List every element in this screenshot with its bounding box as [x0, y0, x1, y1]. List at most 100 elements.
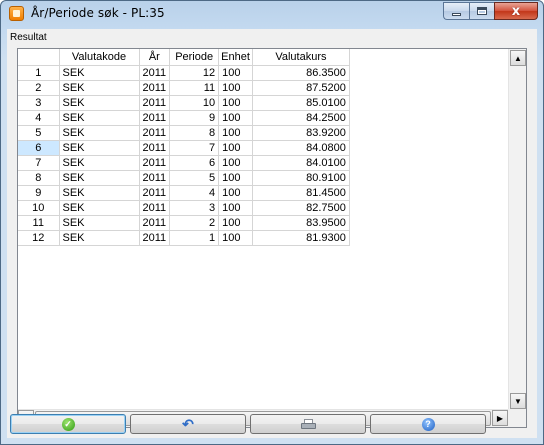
cell-enhet[interactable]: 100 [218, 170, 253, 186]
cell-valutakurs[interactable]: 83.9500 [252, 215, 350, 231]
cell-valutakurs[interactable]: 82.7500 [252, 200, 350, 216]
row-number[interactable]: 4 [18, 110, 60, 126]
cell-valutakode[interactable]: SEK [59, 215, 140, 231]
cell-ar[interactable]: 2011 [139, 170, 171, 186]
table-row[interactable]: 1 SEK 2011 12 100 86.3500 [18, 65, 350, 81]
cell-periode[interactable]: 7 [169, 140, 220, 156]
close-button[interactable]: x [494, 2, 538, 20]
cell-valutakurs[interactable]: 87.5200 [252, 80, 350, 96]
cell-valutakurs[interactable]: 84.2500 [252, 110, 350, 126]
cell-periode[interactable]: 12 [169, 65, 220, 81]
cell-enhet[interactable]: 100 [218, 155, 253, 171]
cell-valutakode[interactable]: SEK [59, 125, 140, 141]
row-number[interactable]: 6 [18, 140, 60, 156]
cell-valutakode[interactable]: SEK [59, 65, 140, 81]
cell-ar[interactable]: 2011 [139, 125, 171, 141]
column-header-enhet[interactable]: Enhet [218, 49, 253, 66]
row-number[interactable]: 12 [18, 230, 60, 246]
cell-ar[interactable]: 2011 [139, 65, 171, 81]
table-row[interactable]: 6 SEK 2011 7 100 84.0800 [18, 140, 350, 156]
cell-ar[interactable]: 2011 [139, 155, 171, 171]
cell-valutakurs[interactable]: 85.0100 [252, 95, 350, 111]
cell-periode[interactable]: 5 [169, 170, 220, 186]
cell-ar[interactable]: 2011 [139, 200, 171, 216]
cell-ar[interactable]: 2011 [139, 230, 171, 246]
column-header-ar[interactable]: År [139, 49, 171, 66]
cell-valutakode[interactable]: SEK [59, 140, 140, 156]
title-bar[interactable]: År/Periode søk - PL:35 x [1, 1, 543, 27]
cell-valutakode[interactable]: SEK [59, 185, 140, 201]
vertical-scrollbar[interactable]: ▲ ▼ [508, 49, 526, 410]
cell-periode[interactable]: 9 [169, 110, 220, 126]
column-header-valutakurs[interactable]: Valutakurs [252, 49, 350, 66]
column-header-rownum[interactable] [18, 49, 60, 66]
cell-enhet[interactable]: 100 [218, 215, 253, 231]
cell-valutakode[interactable]: SEK [59, 95, 140, 111]
table-row[interactable]: 5 SEK 2011 8 100 83.9200 [18, 125, 350, 141]
row-number[interactable]: 1 [18, 65, 60, 81]
cell-valutakurs[interactable]: 86.3500 [252, 65, 350, 81]
cell-valutakurs[interactable]: 81.4500 [252, 185, 350, 201]
cell-enhet[interactable]: 100 [218, 125, 253, 141]
cell-valutakode[interactable]: SEK [59, 170, 140, 186]
cell-periode[interactable]: 1 [169, 230, 220, 246]
cell-ar[interactable]: 2011 [139, 95, 171, 111]
cell-valutakurs[interactable]: 84.0100 [252, 155, 350, 171]
cell-enhet[interactable]: 100 [218, 185, 253, 201]
results-grid[interactable]: Valutakode År Periode Enhet Valutakurs 1… [17, 48, 527, 428]
cell-valutakode[interactable]: SEK [59, 230, 140, 246]
print-button[interactable] [250, 414, 366, 434]
cell-valutakode[interactable]: SEK [59, 155, 140, 171]
row-number[interactable]: 5 [18, 125, 60, 141]
cell-valutakode[interactable]: SEK [59, 110, 140, 126]
cell-periode[interactable]: 10 [169, 95, 220, 111]
table-row[interactable]: 12 SEK 2011 1 100 81.9300 [18, 230, 350, 246]
row-number[interactable]: 2 [18, 80, 60, 96]
cell-valutakurs[interactable]: 83.9200 [252, 125, 350, 141]
help-button[interactable]: ? [370, 414, 486, 434]
cell-periode[interactable]: 3 [169, 200, 220, 216]
cell-enhet[interactable]: 100 [218, 140, 253, 156]
cell-valutakurs[interactable]: 80.9100 [252, 170, 350, 186]
table-row[interactable]: 10 SEK 2011 3 100 82.7500 [18, 200, 350, 216]
cell-periode[interactable]: 8 [169, 125, 220, 141]
cell-enhet[interactable]: 100 [218, 230, 253, 246]
cell-ar[interactable]: 2011 [139, 215, 171, 231]
cell-valutakurs[interactable]: 81.9300 [252, 230, 350, 246]
row-number[interactable]: 9 [18, 185, 60, 201]
cell-enhet[interactable]: 100 [218, 65, 253, 81]
cell-ar[interactable]: 2011 [139, 140, 171, 156]
table-row[interactable]: 2 SEK 2011 11 100 87.5200 [18, 80, 350, 96]
table-row[interactable]: 3 SEK 2011 10 100 85.0100 [18, 95, 350, 111]
ok-button[interactable]: ✓ [10, 414, 126, 434]
table-row[interactable]: 11 SEK 2011 2 100 83.9500 [18, 215, 350, 231]
cell-periode[interactable]: 11 [169, 80, 220, 96]
cell-valutakode[interactable]: SEK [59, 80, 140, 96]
cell-valutakode[interactable]: SEK [59, 200, 140, 216]
cell-enhet[interactable]: 100 [218, 95, 253, 111]
row-number[interactable]: 11 [18, 215, 60, 231]
cell-valutakurs[interactable]: 84.0800 [252, 140, 350, 156]
maximize-button[interactable] [469, 2, 494, 20]
table-row[interactable]: 4 SEK 2011 9 100 84.2500 [18, 110, 350, 126]
cell-ar[interactable]: 2011 [139, 185, 171, 201]
column-header-periode[interactable]: Periode [169, 49, 220, 66]
cell-ar[interactable]: 2011 [139, 80, 171, 96]
cell-enhet[interactable]: 100 [218, 110, 253, 126]
table-row[interactable]: 7 SEK 2011 6 100 84.0100 [18, 155, 350, 171]
cell-periode[interactable]: 4 [169, 185, 220, 201]
table-row[interactable]: 9 SEK 2011 4 100 81.4500 [18, 185, 350, 201]
cell-periode[interactable]: 6 [169, 155, 220, 171]
row-number[interactable]: 3 [18, 95, 60, 111]
cell-enhet[interactable]: 100 [218, 80, 253, 96]
undo-button[interactable]: ↶ [130, 414, 246, 434]
row-number[interactable]: 7 [18, 155, 60, 171]
cell-enhet[interactable]: 100 [218, 200, 253, 216]
row-number[interactable]: 10 [18, 200, 60, 216]
row-number[interactable]: 8 [18, 170, 60, 186]
cell-periode[interactable]: 2 [169, 215, 220, 231]
scroll-down-button[interactable]: ▼ [510, 393, 526, 409]
scroll-up-button[interactable]: ▲ [510, 50, 526, 66]
column-header-valutakode[interactable]: Valutakode [59, 49, 140, 66]
table-row[interactable]: 8 SEK 2011 5 100 80.9100 [18, 170, 350, 186]
